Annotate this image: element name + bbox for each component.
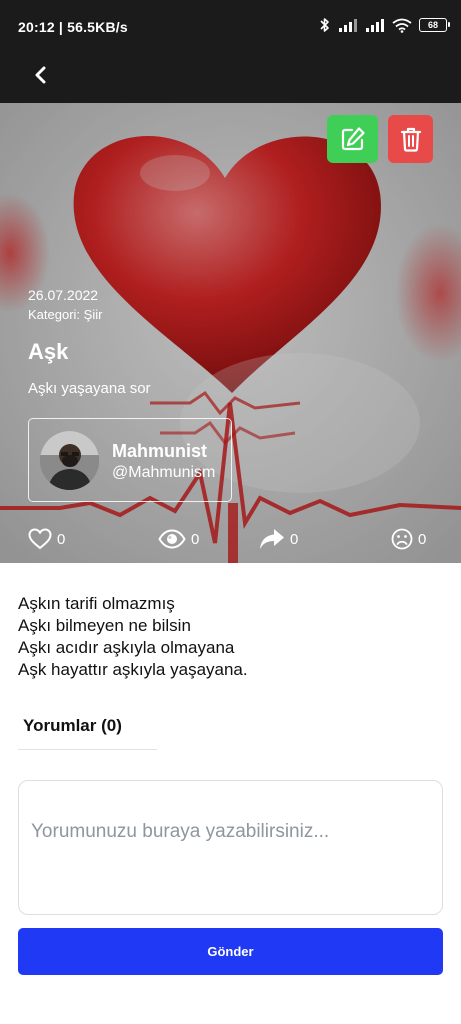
submit-comment-button[interactable]: Gönder [18,928,443,975]
post-title: Aşk [28,339,69,364]
edit-icon [341,127,365,151]
author-name: Mahmunist [112,441,208,461]
views-stat[interactable]: 0 [158,527,199,551]
battery-icon: 68 [419,18,450,32]
trash-icon [400,127,421,152]
post-body: Aşkın tarifi olmazmış Aşkı bilmeyen ne b… [18,593,443,681]
wifi-icon [392,18,412,33]
back-button[interactable] [26,60,56,90]
comment-input[interactable] [18,780,443,915]
app-bar [0,56,461,103]
post-subtitle: Aşkı yaşayana sor [28,380,151,397]
post-date: 26.07.2022 [28,287,99,303]
tab-comments-label: Yorumlar (0) [23,716,122,735]
post-body-line: Aşkın tarifi olmazmış [18,594,175,613]
share-icon [260,529,284,549]
signal-icon [339,19,357,32]
avatar [40,431,99,490]
views-count: 0 [191,530,200,548]
post-body-line: Aşkı bilmeyen ne bilsin [18,616,191,635]
sad-count: 0 [418,530,427,548]
chevron-left-icon [35,66,46,84]
share-button[interactable]: 0 [259,527,298,551]
status-bar: 20:12 | 56.5KB/s 68 [0,0,461,56]
edit-button[interactable] [327,115,378,163]
status-icons: 68 [319,17,450,33]
eye-icon [158,529,186,549]
delete-button[interactable] [388,115,433,163]
author-card[interactable]: Mahmunist @Mahmunism [28,418,232,502]
status-time-speed: 20:12 | 56.5KB/s [18,19,128,35]
signal-icon-2 [366,19,384,32]
post-body-line: Aşk hayattır aşkıyla yaşayana. [18,660,248,679]
tab-comments[interactable]: Yorumlar (0) [18,704,157,750]
share-count: 0 [290,530,299,548]
sad-face-icon [391,528,413,550]
sad-reaction-button[interactable]: 0 [391,527,426,551]
post-hero: 26.07.2022 Kategori: Şiir Aşk Aşkı yaşay… [0,103,461,563]
avatar-image [40,431,99,490]
post-body-line: Aşkı acıdır aşkıyla olmayana [18,638,235,657]
author-handle: @Mahmunism [112,464,216,481]
bluetooth-icon [320,18,329,32]
battery-level: 68 [427,20,438,30]
post-category: Kategori: Şiir [28,307,103,322]
like-count: 0 [57,530,66,548]
like-button[interactable]: 0 [28,527,65,551]
heart-icon [28,528,52,550]
